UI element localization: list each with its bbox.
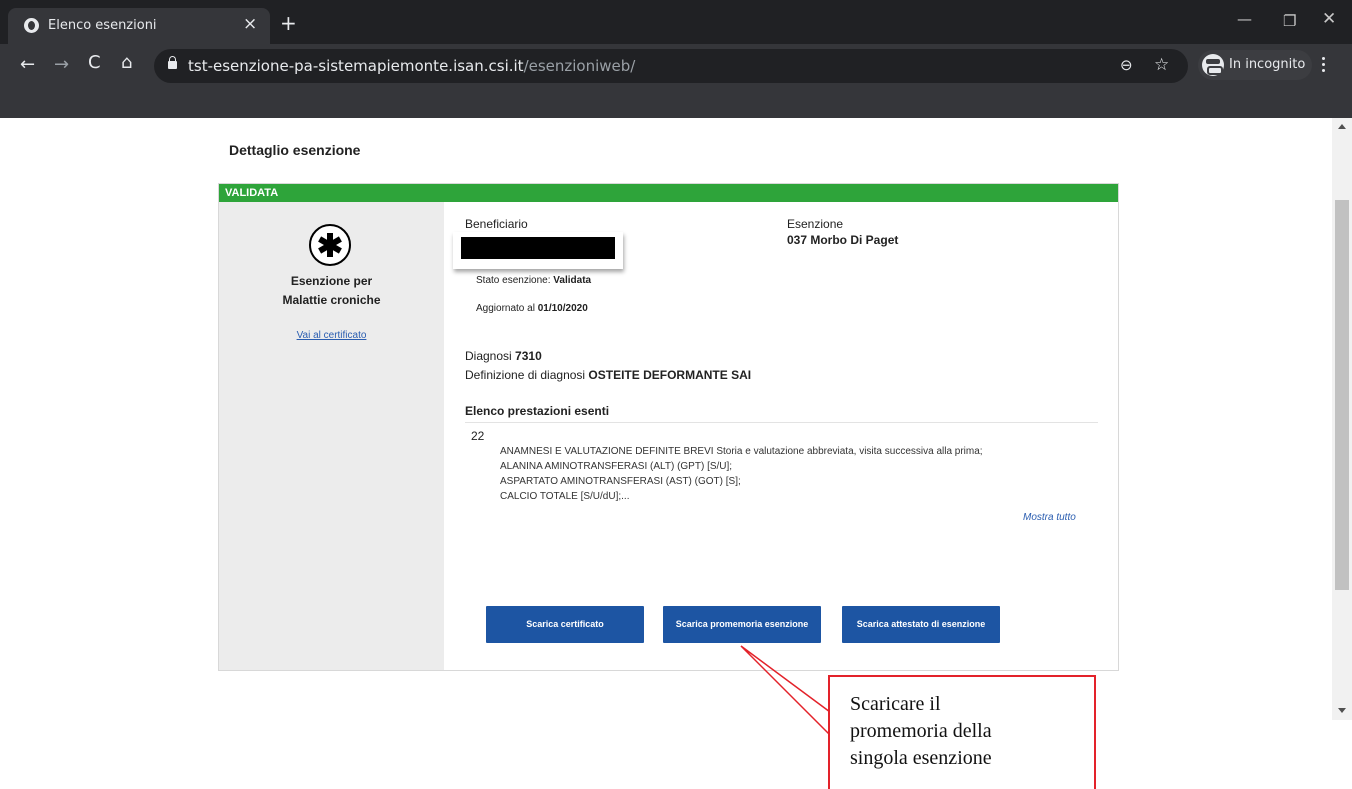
incognito-indicator[interactable]: In incognito [1198,50,1312,80]
tab-title: Elenco esenzioni [48,18,157,33]
diagnosis-value: 7310 [515,349,542,363]
exemption-label: Esenzione [787,217,844,231]
lock-icon[interactable] [168,56,177,69]
bookmark-star-icon[interactable]: ☆ [1154,55,1169,75]
exemption-card: VALIDATA Esenzione per Malattie croniche… [218,183,1119,671]
section-divider [465,422,1098,423]
annotation-text: Scaricare il promemoria della singola es… [850,691,992,772]
restore-icon[interactable]: ❐ [1283,12,1296,30]
address-bar[interactable]: tst-esenzione-pa-sistemapiemonte.isan.cs… [154,49,1188,83]
diagnosis-label: Diagnosi [465,349,512,363]
services-count: 22 [471,429,485,443]
services-title: Elenco prestazioni esenti [465,404,610,418]
new-tab-button[interactable]: + [280,11,297,35]
reload-icon[interactable]: C [88,52,101,73]
kebab-menu-icon[interactable] [1322,57,1326,73]
tab-strip: Elenco esenzioni × + — ❐ ✕ [0,0,1352,44]
back-arrow-icon[interactable]: ← [20,54,35,75]
list-item: ANAMNESI E VALUTAZIONE DEFINITE BREVI St… [500,446,983,457]
certificate-link[interactable]: Vai al certificato [219,330,444,341]
beneficiary-redacted [453,232,623,269]
exemption-type-line1: Esenzione per [290,274,373,288]
browser-toolbar: ← → C ⌂ tst-esenzione-pa-sistemapiemonte… [0,44,1352,88]
download-reminder-button[interactable]: Scarica promemoria esenzione [663,606,821,643]
exemption-type-line2: Malattie croniche [282,293,381,307]
annotation-line1: Scaricare il [850,693,941,715]
definition-label: Definizione di diagnosi [465,368,586,382]
asterisk-icon [309,224,351,266]
exemption-value: 037 Morbo Di Paget [787,233,899,247]
definition-row: Definizione di diagnosi OSTEITE DEFORMAN… [465,368,751,382]
window-close-icon[interactable]: ✕ [1322,9,1336,29]
browser-chrome: Elenco esenzioni × + — ❐ ✕ ← → C ⌂ tst-e… [0,0,1352,118]
incognito-icon [1202,54,1224,76]
scroll-up-icon[interactable] [1338,124,1346,129]
bookmark-bar [0,88,1352,118]
browser-tab[interactable]: Elenco esenzioni × [8,8,270,44]
annotation-line3: singola esenzione [850,747,992,769]
globe-icon [24,18,39,33]
show-all-link[interactable]: Mostra tutto [1023,512,1076,523]
exemption-type: Esenzione per Malattie croniche [219,272,444,310]
updated-label: Aggiornato al [476,303,535,314]
zoom-icon[interactable]: ⊖ [1120,56,1133,74]
beneficiary-label: Beneficiario [465,217,528,231]
exemption-summary-panel: Esenzione per Malattie croniche Vai al c… [219,202,444,670]
page-title: Dettaglio esenzione [229,142,361,158]
url-text[interactable]: tst-esenzione-pa-sistemapiemonte.isan.cs… [188,57,635,75]
list-item: ALANINA AMINOTRANSFERASI (ALT) (GPT) [S/… [500,461,733,472]
annotation-callout: Scaricare il promemoria della singola es… [828,675,1096,789]
definition-value: OSTEITE DEFORMANTE SAI [588,368,752,382]
page-scrollbar[interactable] [1332,118,1352,720]
diagnosis-row: Diagnosi 7310 [465,349,542,363]
home-icon[interactable]: ⌂ [121,52,132,73]
status-banner: VALIDATA [219,184,1118,202]
status-label: Stato esenzione: [476,275,551,286]
status-row: Stato esenzione: Validata [476,275,591,286]
forward-arrow-icon[interactable]: → [54,54,69,75]
scroll-down-icon[interactable] [1338,708,1346,713]
minimize-icon[interactable]: — [1237,10,1252,28]
download-certificate-button[interactable]: Scarica certificato [486,606,644,643]
close-tab-icon[interactable]: × [243,14,257,34]
incognito-label: In incognito [1229,57,1306,72]
annotation-line2: promemoria della [850,720,992,742]
list-item: ASPARTATO AMINOTRANSFERASI (AST) (GOT) [… [500,476,741,487]
status-banner-text: VALIDATA [225,187,279,199]
list-item: CALCIO TOTALE [S/U/dU];... [500,491,630,502]
download-attestation-button[interactable]: Scarica attestato di esenzione [842,606,1000,643]
status-value: Validata [553,275,592,286]
scroll-thumb[interactable] [1335,200,1349,590]
updated-value: 01/10/2020 [537,303,588,314]
updated-row: Aggiornato al 01/10/2020 [476,303,588,314]
